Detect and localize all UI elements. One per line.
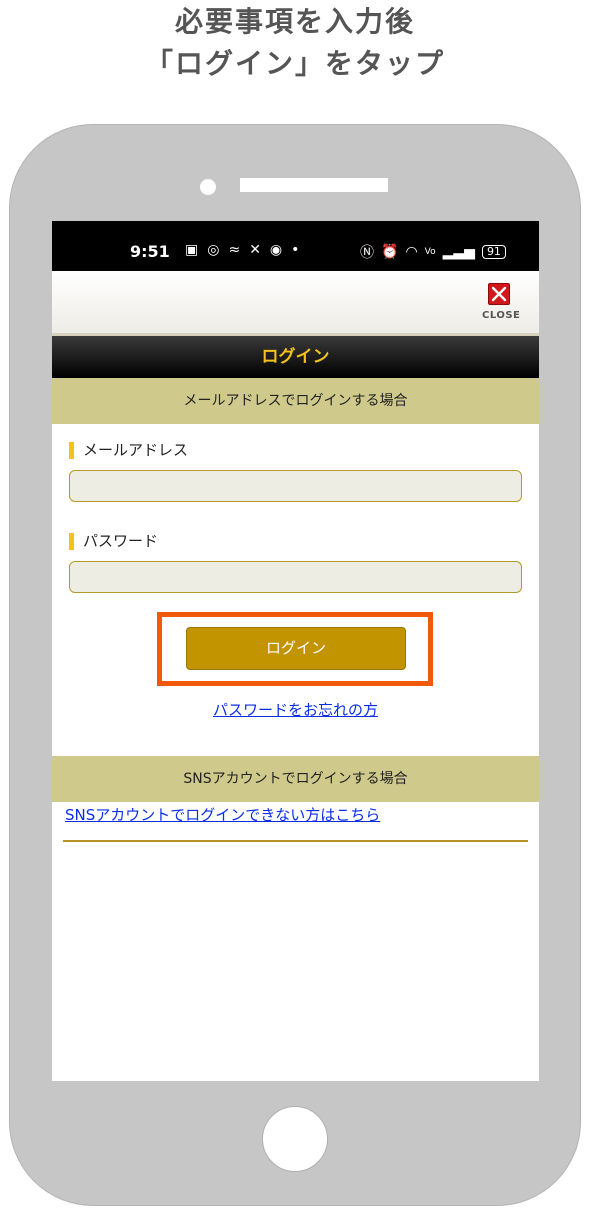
status-time: 9:51 — [130, 242, 170, 261]
system-icons: Ⓝ ⏰ ◠ Vo ▂▃▅ 91 — [360, 242, 506, 262]
email-field[interactable] — [69, 470, 522, 502]
battery-icon: 91 — [481, 245, 506, 259]
app-icon: ≈ — [228, 242, 241, 258]
instagram-icon: ◎ — [207, 242, 220, 258]
instruction-caption-line2: 「ログイン」をタップ — [144, 47, 445, 80]
close-button[interactable] — [488, 283, 510, 305]
alarm-icon: ⏰ — [381, 244, 399, 260]
dot-icon: • — [291, 242, 300, 258]
teams-icon: ▣ — [185, 242, 199, 258]
forgot-password-link[interactable]: パスワードをお忘れの方 — [52, 699, 539, 720]
email-login-heading: メールアドレスでログインする場合 — [52, 378, 539, 424]
notification-icons: ▣ ◎ ≈ ✕ ◉ • — [185, 242, 299, 258]
close-label[interactable]: CLOSE — [482, 310, 520, 321]
app-header: CLOSE — [52, 271, 539, 336]
password-field[interactable] — [69, 561, 522, 593]
nfc-icon: Ⓝ — [360, 245, 374, 261]
home-button[interactable] — [262, 1106, 328, 1172]
sns-login-heading: SNSアカウントでログインする場合 — [52, 756, 539, 802]
volte-icon: Vo — [424, 247, 436, 257]
sns-help-link[interactable]: SNSアカウントでログインできない方はこちら — [65, 804, 380, 825]
email-label: メールアドレス — [69, 442, 188, 459]
app-icon: ◉ — [269, 242, 283, 258]
front-camera — [200, 179, 216, 195]
instruction-caption-line1: 必要事項を入力後 — [174, 5, 415, 38]
signal-icon: ▂▃▅ — [442, 244, 475, 260]
x-icon: ✕ — [249, 242, 261, 258]
status-bar: 9:51 ▣ ◎ ≈ ✕ ◉ • Ⓝ ⏰ ◠ Vo ▂▃▅ 91 — [52, 221, 539, 271]
login-button[interactable]: ログイン — [186, 627, 406, 670]
close-icon — [491, 286, 507, 302]
wifi-icon: ◠ — [405, 244, 418, 260]
earpiece-speaker — [240, 178, 388, 192]
divider — [63, 840, 528, 842]
phone-screen: 9:51 ▣ ◎ ≈ ✕ ◉ • Ⓝ ⏰ ◠ Vo ▂▃▅ 91 CLOSE ロ… — [52, 221, 539, 1081]
password-label: パスワード — [69, 533, 158, 550]
page-title: ログイン — [52, 336, 539, 378]
